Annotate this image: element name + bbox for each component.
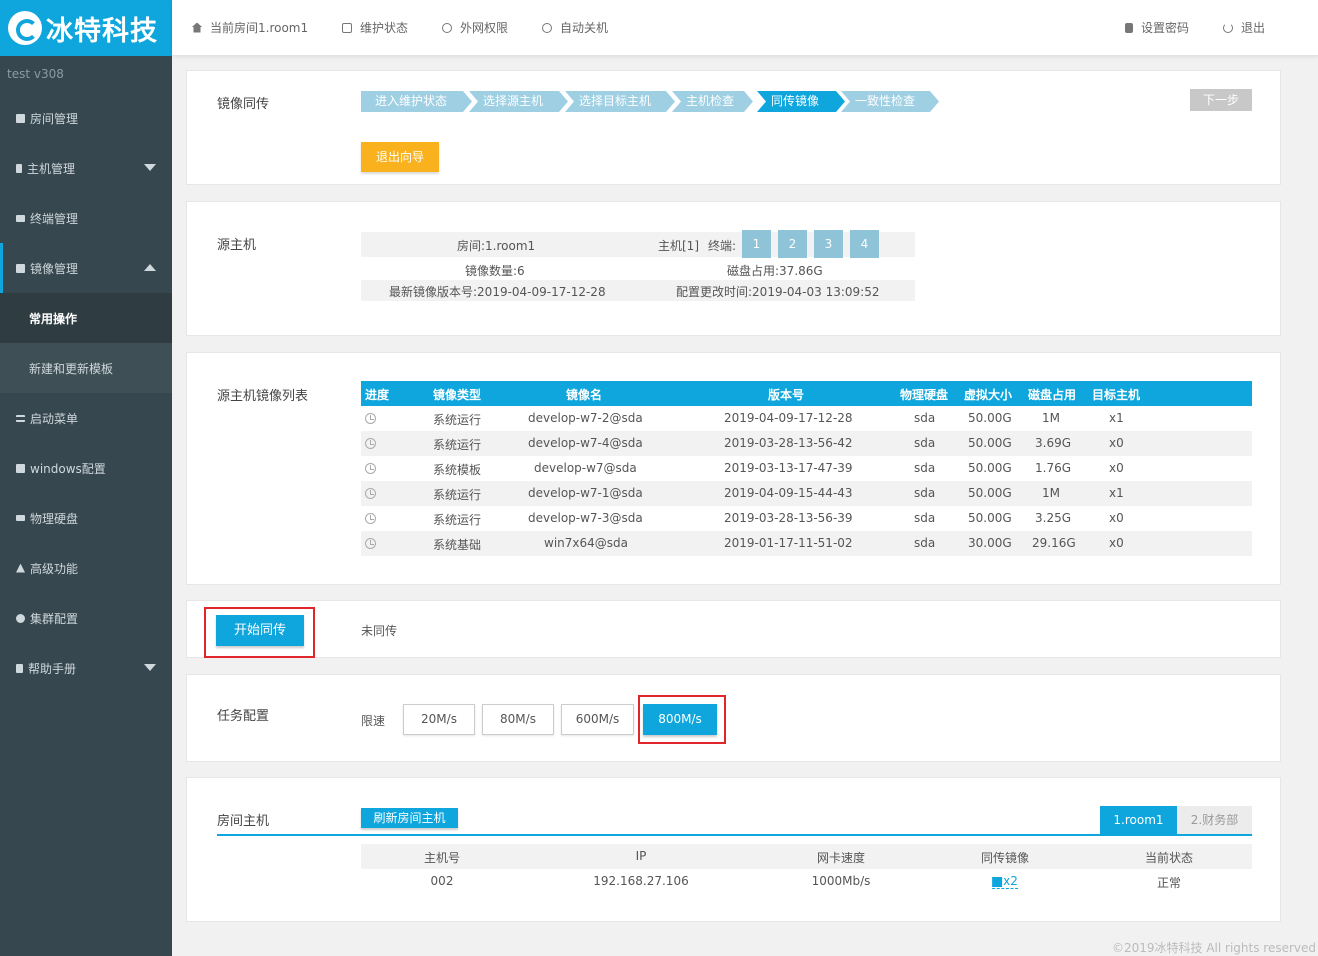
wrench-icon — [342, 22, 352, 33]
room-hosts-panel: 房间主机 刷新房间主机 1.room1 2.财务部 主机号 IP 网卡速度 同传… — [186, 777, 1281, 922]
step-maintenance: 进入维护状态 — [361, 91, 472, 112]
clock-icon — [365, 538, 376, 549]
wizard-panel: 镜像同传 进入维护状态 选择源主机 选择目标主机 主机检查 同传镜像 一致性检查… — [186, 70, 1281, 185]
source-host-title: 源主机 — [217, 238, 257, 253]
speed-option-80[interactable]: 80M/s — [482, 704, 554, 735]
topbar: 当前房间1.room1 维护状态 外网权限 自动关机 设置密码 退出 — [172, 0, 1318, 56]
source-info-row-2: 镜像数量:6 磁盘占用:37.86G — [465, 264, 823, 278]
logo-icon — [8, 11, 42, 45]
task-config-panel: 任务配置 限速 20M/s 80M/s 600M/s 800M/s — [186, 674, 1281, 762]
clock-icon — [365, 413, 376, 424]
sidebar-subitem-templates[interactable]: 新建和更新模板 — [0, 343, 172, 393]
next-step-button[interactable]: 下一步 — [1190, 89, 1252, 111]
chevron-down-icon — [144, 164, 156, 171]
terminal-button-3[interactable]: 3 — [814, 230, 843, 258]
speed-option-20[interactable]: 20M/s — [403, 704, 475, 735]
sync-status: 未同传 — [361, 624, 398, 638]
sidebar-subitem-common-ops[interactable]: 常用操作 — [0, 293, 172, 343]
topbar-maintenance[interactable]: 维护状态 — [342, 19, 408, 36]
table-row[interactable]: 系统运行 develop-w7-2@sda 2019-04-09-17-12-2… — [361, 406, 1252, 431]
harddisk-icon — [16, 515, 25, 521]
wizard-title: 镜像同传 — [217, 97, 270, 112]
book-icon — [16, 663, 23, 673]
image-list-title: 源主机镜像列表 — [217, 389, 309, 404]
room-hosts-title: 房间主机 — [217, 814, 270, 829]
database-icon — [16, 263, 25, 273]
sidebar-item-cluster[interactable]: 集群配置 — [0, 593, 172, 643]
sync-image-link[interactable]: x2 — [992, 874, 1018, 889]
clock-icon — [365, 513, 376, 524]
sidebar-item-rooms[interactable]: 房间管理 — [0, 93, 172, 143]
clock-icon — [365, 463, 376, 474]
sidebar-item-terminals[interactable]: 终端管理 — [0, 193, 172, 243]
table-row[interactable]: 系统模板 develop-w7@sda 2019-03-13-17-47-39 … — [361, 456, 1252, 481]
sidebar-item-advanced[interactable]: 高级功能 — [0, 543, 172, 593]
tab-finance[interactable]: 2.财务部 — [1177, 806, 1252, 834]
source-host-panel: 源主机 房间:1.room1 主机[1] 终端: 1 2 3 4 镜像数量:6 … — [186, 201, 1281, 336]
list-icon — [16, 414, 25, 422]
speed-option-800-selected[interactable]: 800M/s — [643, 704, 717, 735]
version-label: test v308 — [7, 67, 64, 81]
topbar-set-password[interactable]: 设置密码 — [1125, 19, 1189, 36]
image-list-panel: 源主机镜像列表 进度 镜像类型 镜像名 版本号 物理硬盘 虚拟大小 磁盘占用 目… — [186, 352, 1281, 585]
terminal-button-4[interactable]: 4 — [850, 230, 879, 258]
monitor-icon — [16, 214, 25, 222]
brand-logo: 冰特科技 — [0, 0, 172, 56]
home-icon — [16, 113, 25, 123]
brand-name: 冰特科技 — [46, 15, 158, 47]
image-list-header: 进度 镜像类型 镜像名 版本号 物理硬盘 虚拟大小 磁盘占用 目标主机 — [361, 381, 1252, 406]
power-icon — [1223, 22, 1233, 33]
lock-icon — [1125, 22, 1133, 33]
sidebar: test v308 房间管理 主机管理 终端管理 镜像管理 常用操作 新建和更新… — [0, 56, 172, 956]
refresh-room-hosts-button[interactable]: 刷新房间主机 — [361, 808, 458, 828]
terminal-button-1[interactable]: 1 — [742, 230, 771, 258]
divider — [217, 834, 1252, 836]
topbar-room[interactable]: 当前房间1.room1 — [192, 19, 308, 36]
step-source-host: 选择源主机 — [469, 91, 568, 112]
task-config-title: 任务配置 — [217, 709, 270, 724]
table-row[interactable]: 系统运行 develop-w7-4@sda 2019-03-28-13-56-4… — [361, 431, 1252, 456]
step-target-host: 选择目标主机 — [565, 91, 675, 112]
chevron-up-icon — [144, 264, 156, 271]
table-row[interactable]: 系统基础 win7x64@sda 2019-01-17-11-51-02 sda… — [361, 531, 1252, 556]
hosts-table-header: 主机号 IP 网卡速度 同传镜像 当前状态 — [361, 844, 1252, 869]
windows-icon — [16, 463, 25, 473]
exit-wizard-button[interactable]: 退出向导 — [361, 142, 439, 172]
sync-panel: 开始同传 未同传 — [186, 600, 1281, 658]
sidebar-item-boot-menu[interactable]: 启动菜单 — [0, 393, 172, 443]
globe-icon — [442, 22, 452, 33]
warning-icon — [16, 563, 25, 573]
speed-limit-label: 限速 — [361, 714, 386, 728]
terminal-button-2[interactable]: 2 — [778, 230, 807, 258]
sidebar-item-windows[interactable]: windows配置 — [0, 443, 172, 493]
sidebar-item-hosts[interactable]: 主机管理 — [0, 143, 172, 193]
start-sync-button[interactable]: 开始同传 — [216, 615, 304, 646]
sidebar-item-help[interactable]: 帮助手册 — [0, 643, 172, 693]
topbar-network[interactable]: 外网权限 — [442, 19, 508, 36]
table-row[interactable]: 002 192.168.27.106 1000Mb/s x2 正常 — [361, 869, 1252, 894]
database-icon — [992, 876, 1003, 887]
topbar-autoshutdown[interactable]: 自动关机 — [542, 19, 608, 36]
clock-icon — [365, 438, 376, 449]
chevron-down-icon — [144, 664, 156, 671]
source-info-row-3: 最新镜像版本号:2019-04-09-17-12-28 配置更改时间:2019-… — [361, 280, 915, 301]
tab-room1[interactable]: 1.room1 — [1100, 806, 1177, 834]
step-host-check: 主机检查 — [672, 91, 753, 112]
topbar-logout[interactable]: 退出 — [1223, 19, 1265, 36]
sidebar-item-harddisk[interactable]: 物理硬盘 — [0, 493, 172, 543]
step-sync-image: 同传镜像 — [757, 91, 845, 112]
clock-icon — [365, 488, 376, 499]
clock-icon — [542, 22, 552, 33]
table-row[interactable]: 系统运行 develop-w7-3@sda 2019-03-28-13-56-3… — [361, 506, 1252, 531]
home-icon — [192, 22, 202, 33]
speed-option-600[interactable]: 600M/s — [561, 704, 634, 735]
sidebar-item-images[interactable]: 镜像管理 — [0, 243, 172, 293]
table-row[interactable]: 系统运行 develop-w7-1@sda 2019-04-09-15-44-4… — [361, 481, 1252, 506]
gear-icon — [16, 613, 25, 623]
footer: ©2019冰特科技 All rights reserved — [1111, 941, 1316, 955]
step-consistency-check: 一致性检查 — [841, 91, 939, 112]
server-icon — [16, 163, 22, 173]
